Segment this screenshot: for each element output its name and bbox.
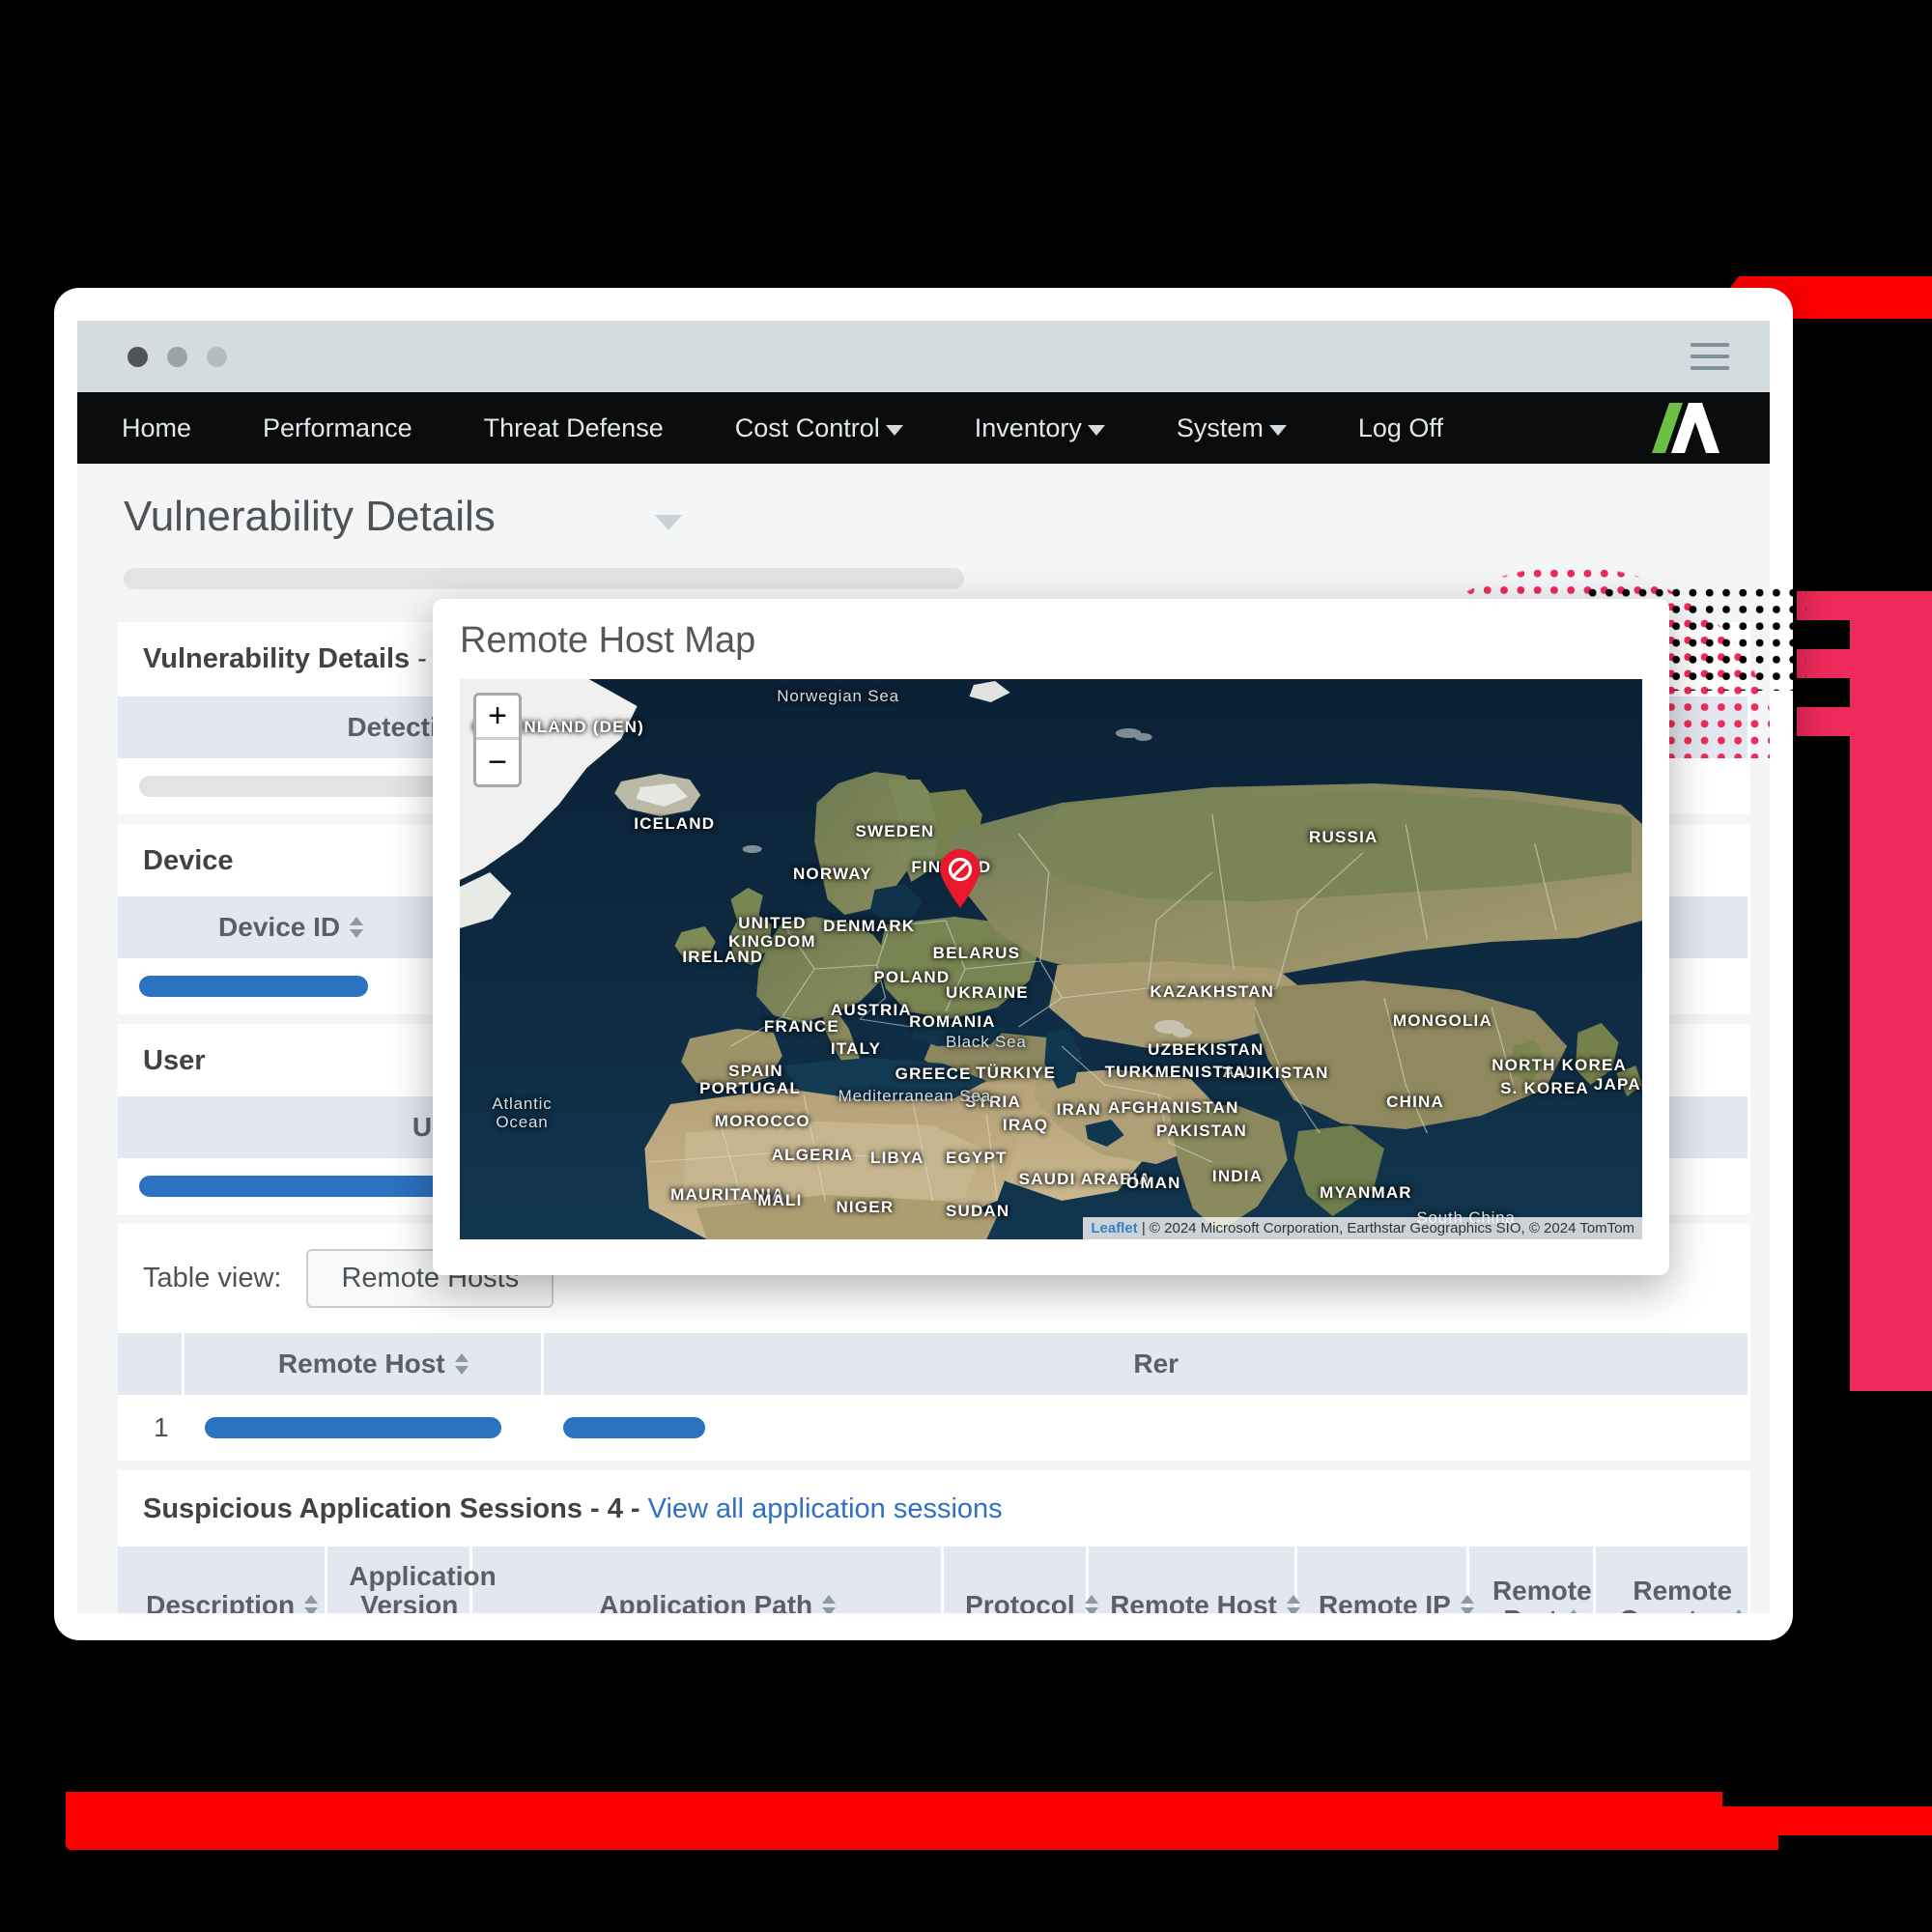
column-label: Remote IP <box>1318 1590 1451 1613</box>
decorative-red-accent-bottom <box>66 1792 1778 1850</box>
nav-label: Inventory <box>974 412 1082 442</box>
sort-icon <box>822 1593 837 1613</box>
column-header-rownum <box>118 1333 185 1395</box>
view-all-sessions-link[interactable]: View all application sessions <box>648 1493 1003 1524</box>
chevron-down-icon[interactable] <box>654 515 682 530</box>
redacted-value <box>139 976 368 997</box>
main-navigation: Home Performance Threat Defense Cost Con… <box>77 392 1770 464</box>
remote-host-map-dialog: Remote Host Map + − Norwegian Sea GREENL… <box>433 599 1669 1275</box>
nav-label: Cost Control <box>734 412 880 442</box>
nav-label: System <box>1176 412 1264 442</box>
minimize-window-icon[interactable] <box>167 346 187 367</box>
decorative-pink-bar-1 <box>1797 591 1932 620</box>
decorative-pink-panel <box>1850 618 1932 1410</box>
column-header-remote-port[interactable]: Remote Port <box>1467 1547 1597 1613</box>
leaflet-link[interactable]: Leaflet <box>1091 1220 1137 1236</box>
map-dialog-title: Remote Host Map <box>460 620 756 661</box>
nav-label: Log Off <box>1357 412 1443 442</box>
cell-device-id <box>118 958 444 1014</box>
attribution-text: | © 2024 Microsoft Corporation, Earthsta… <box>1137 1220 1634 1236</box>
column-header-remote-ip[interactable]: Remote IP <box>1295 1547 1474 1613</box>
chevron-down-icon <box>1087 424 1105 436</box>
cell-remote-extra <box>542 1395 1749 1461</box>
nav-item-system[interactable]: System <box>1177 413 1287 443</box>
sort-icon <box>304 1593 319 1613</box>
sort-icon <box>350 915 364 940</box>
suspicious-sessions-title: Suspicious Application Sessions - 4 <box>143 1493 623 1524</box>
page-title-row: Vulnerability Details <box>77 464 1770 541</box>
column-header-application-path[interactable]: Application Path <box>470 1547 945 1613</box>
title-loading-placeholder <box>124 568 964 589</box>
redacted-value <box>204 1417 502 1438</box>
suspicious-sessions-table: Description Application Version Applicat… <box>118 1547 1750 1613</box>
lakeside-logo-icon <box>1644 403 1719 453</box>
cell-row-number: 1 <box>118 1395 184 1461</box>
column-label: Description <box>146 1590 296 1613</box>
nav-label: Performance <box>263 412 412 442</box>
nav-item-home[interactable]: Home <box>122 413 191 443</box>
table-view-label: Table view: <box>143 1263 282 1293</box>
suspicious-sessions-header: Suspicious Application Sessions - 4 - Vi… <box>118 1470 1750 1547</box>
nav-item-log-off[interactable]: Log Off <box>1358 413 1443 443</box>
nav-item-threat-defense[interactable]: Threat Defense <box>484 413 664 443</box>
sort-icon <box>1567 1607 1581 1613</box>
chevron-down-icon <box>885 424 903 436</box>
map-attribution: Leaflet | © 2024 Microsoft Corporation, … <box>1083 1217 1642 1239</box>
column-header-remote-extra[interactable]: Rer <box>542 1333 1750 1395</box>
column-header-application-version[interactable]: Application Version <box>326 1547 497 1613</box>
map-zoom-control: + − <box>473 693 522 787</box>
page-title: Vulnerability Details <box>124 493 496 540</box>
sort-icon <box>1084 1593 1098 1613</box>
nav-label: Threat Defense <box>483 412 664 442</box>
hamburger-icon[interactable] <box>1690 343 1729 370</box>
column-header-remote-host[interactable]: Remote Host <box>1087 1547 1300 1613</box>
cell-remote-host <box>183 1395 542 1461</box>
section-divider <box>118 1461 1750 1470</box>
map-imagery <box>460 679 1642 1239</box>
blocked-host-pin-icon[interactable] <box>938 849 982 909</box>
column-label: Protocol <box>965 1590 1075 1613</box>
sort-icon <box>454 1351 469 1377</box>
column-header-remote-country[interactable]: Remote Country <box>1594 1547 1750 1613</box>
column-header-device-id[interactable]: Device ID <box>118 896 446 958</box>
nav-item-inventory[interactable]: Inventory <box>975 413 1105 443</box>
breadcrumb-separator: - <box>410 643 435 674</box>
sort-icon <box>1732 1607 1747 1613</box>
column-header-protocol[interactable]: Protocol <box>942 1547 1098 1613</box>
nav-item-performance[interactable]: Performance <box>263 413 412 443</box>
map-canvas[interactable]: + − Norwegian Sea GREENLAND (DEN) ICELAND S… <box>460 679 1642 1239</box>
table-header-row: Remote Host Rer <box>118 1333 1750 1395</box>
column-label: Remote Host <box>277 1349 445 1378</box>
table-row[interactable]: 1 <box>118 1395 1749 1461</box>
column-header-description[interactable]: Description <box>118 1547 328 1613</box>
column-label: Application Path <box>599 1590 813 1613</box>
sort-icon <box>1460 1593 1474 1613</box>
nav-item-cost-control[interactable]: Cost Control <box>735 413 903 443</box>
remote-hosts-table: Remote Host Rer 1 <box>118 1333 1750 1461</box>
column-label: Device ID <box>218 912 341 942</box>
column-label: Remote Country <box>1619 1576 1733 1613</box>
redacted-value <box>563 1417 706 1438</box>
sort-icon <box>1286 1593 1300 1613</box>
table-header-row: Description Application Version Applicat… <box>118 1547 1750 1613</box>
window-titlebar <box>77 321 1770 392</box>
breadcrumb-current: Vulnerability Details <box>143 643 411 674</box>
zoom-in-button[interactable]: + <box>476 696 519 740</box>
chevron-down-icon <box>1268 424 1287 436</box>
maximize-window-icon[interactable] <box>207 346 227 367</box>
close-window-icon[interactable] <box>128 346 148 367</box>
column-header-remote-host[interactable]: Remote Host <box>183 1333 544 1395</box>
column-label: Remote Host <box>1110 1590 1277 1613</box>
nav-label: Home <box>122 412 192 442</box>
column-label: Rer <box>1133 1349 1179 1378</box>
zoom-out-button[interactable]: − <box>476 740 519 784</box>
suspicious-sessions-separator: - <box>622 1493 648 1524</box>
window-traffic-lights <box>106 346 227 367</box>
